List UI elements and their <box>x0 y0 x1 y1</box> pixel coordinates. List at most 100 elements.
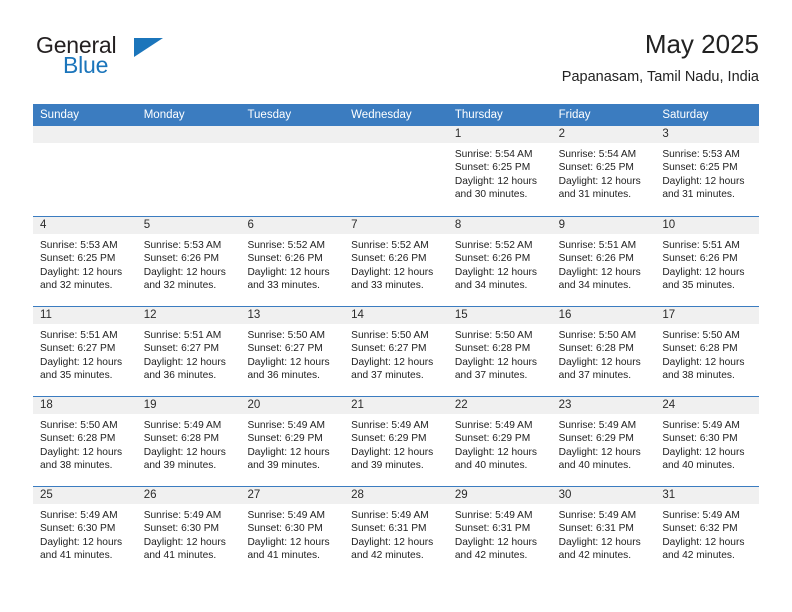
daylight-text-line2: and 38 minutes. <box>662 370 735 382</box>
day-number-band: 23 <box>551 397 656 414</box>
day-cell[interactable]: 7 Sunrise: 5:52 AM Sunset: 6:26 PM Daylight… <box>344 217 448 306</box>
day-cell[interactable]: 14 Sunrise: 5:50 AM Sunset: 6:27 PM Dayligh… <box>344 307 448 396</box>
day-cell[interactable]: 16 Sunrise: 5:50 AM Sunset: 6:28 PM Dayligh… <box>551 307 656 396</box>
day-details: Sunrise: 5:54 AM Sunset: 6:25 PM Daylight:… <box>552 143 656 202</box>
day-cell[interactable]: 31 Sunrise: 5:49 AM Sunset: 6:32 PM Dayligh… <box>655 487 760 576</box>
day-cell[interactable]: 17 Sunrise: 5:50 AM Sunset: 6:28 PM Dayligh… <box>655 307 760 396</box>
day-number-band: 8 <box>447 217 552 234</box>
day-cell[interactable]: 24 Sunrise: 5:49 AM Sunset: 6:30 PM Dayligh… <box>655 397 760 486</box>
day-details: Sunrise: 5:53 AM Sunset: 6:25 PM Daylight:… <box>655 143 759 202</box>
day-number-band: 17 <box>655 307 760 324</box>
day-number: 10 <box>662 219 676 231</box>
day-details: Sunrise: 5:53 AM Sunset: 6:26 PM Daylight:… <box>137 234 241 293</box>
sunrise-text: Sunrise: 5:49 AM <box>247 510 326 521</box>
day-number: 23 <box>558 399 572 411</box>
day-number: 11 <box>40 309 52 321</box>
weekday-saturday: Saturday <box>662 109 709 121</box>
weekday-header-row: Sunday Monday Tuesday Wednesday Thursday… <box>33 104 759 126</box>
day-number: 28 <box>351 489 364 501</box>
sunset-text: Sunset: 6:25 PM <box>40 253 116 265</box>
sunset-text: Sunset: 6:31 PM <box>558 523 634 535</box>
day-number-band: 27 <box>240 487 345 504</box>
daylight-text-line1: Daylight: 12 hours <box>662 356 745 368</box>
sunset-text: Sunset: 6:26 PM <box>247 253 323 265</box>
sunset-text: Sunset: 6:30 PM <box>662 433 738 445</box>
day-cell[interactable]: 27 Sunrise: 5:49 AM Sunset: 6:30 PM Dayligh… <box>240 487 345 576</box>
sunrise-text: Sunrise: 5:49 AM <box>454 420 533 431</box>
day-cell[interactable]: 12 Sunrise: 5:51 AM Sunset: 6:27 PM Dayligh… <box>136 307 241 396</box>
day-cell-empty <box>344 126 448 216</box>
sunset-text: Sunset: 6:26 PM <box>454 253 531 265</box>
day-details: Sunrise: 5:51 AM Sunset: 6:27 PM Daylight:… <box>33 324 137 383</box>
day-cell[interactable]: 20 Sunrise: 5:49 AM Sunset: 6:29 PM Dayligh… <box>240 397 345 486</box>
day-cell[interactable]: 19 Sunrise: 5:49 AM Sunset: 6:28 PM Dayligh… <box>136 397 241 486</box>
day-number: 3 <box>662 128 669 140</box>
day-number: 29 <box>454 489 468 501</box>
day-cell[interactable]: 2 Sunrise: 5:54 AM Sunset: 6:25 PM Daylight… <box>551 126 656 216</box>
daylight-text-line1: Daylight: 12 hours <box>454 536 537 548</box>
day-cell[interactable]: 5 Sunrise: 5:53 AM Sunset: 6:26 PM Daylight… <box>136 217 241 306</box>
calendar-week-row: 18 Sunrise: 5:50 AM Sunset: 6:28 PM Dayligh… <box>33 396 760 486</box>
day-cell[interactable]: 1 Sunrise: 5:54 AM Sunset: 6:25 PM Daylight… <box>447 126 552 216</box>
day-cell[interactable]: 9 Sunrise: 5:51 AM Sunset: 6:26 PM Daylight… <box>551 217 656 306</box>
day-number: 1 <box>454 128 462 140</box>
sunset-text: Sunset: 6:29 PM <box>454 433 531 445</box>
day-cell[interactable]: 22 Sunrise: 5:49 AM Sunset: 6:29 PM Dayligh… <box>447 397 552 486</box>
day-number: 7 <box>351 219 358 231</box>
day-cell[interactable]: 23 Sunrise: 5:49 AM Sunset: 6:29 PM Dayligh… <box>551 397 656 486</box>
sunset-text: Sunset: 6:27 PM <box>143 343 220 355</box>
day-number-band: 29 <box>447 487 552 504</box>
day-number: 21 <box>351 399 364 411</box>
calendar-week-row: 11 Sunrise: 5:51 AM Sunset: 6:27 PM Dayligh… <box>33 306 760 396</box>
day-details: Sunrise: 5:54 AM Sunset: 6:25 PM Daylight:… <box>448 143 552 202</box>
day-cell[interactable]: 6 Sunrise: 5:52 AM Sunset: 6:26 PM Daylight… <box>240 217 345 306</box>
day-number: 6 <box>247 219 254 231</box>
day-cell[interactable]: 15 Sunrise: 5:50 AM Sunset: 6:28 PM Dayligh… <box>447 307 552 396</box>
daylight-text-line1: Daylight: 12 hours <box>40 356 123 368</box>
day-cell[interactable]: 3 Sunrise: 5:53 AM Sunset: 6:25 PM Daylight… <box>655 126 760 216</box>
day-cell[interactable]: 28 Sunrise: 5:49 AM Sunset: 6:31 PM Dayligh… <box>344 487 448 576</box>
calendar-week-row: 4 Sunrise: 5:53 AM Sunset: 6:25 PM Daylight… <box>33 216 760 306</box>
day-cell[interactable]: 8 Sunrise: 5:52 AM Sunset: 6:26 PM Daylight… <box>447 217 552 306</box>
sunrise-text: Sunrise: 5:49 AM <box>40 510 118 521</box>
day-cell[interactable]: 10 Sunrise: 5:51 AM Sunset: 6:26 PM Dayligh… <box>655 217 760 306</box>
day-details: Sunrise: 5:49 AM Sunset: 6:31 PM Daylight:… <box>552 504 656 563</box>
daylight-text-line2: and 35 minutes. <box>40 370 113 382</box>
day-number-band: 31 <box>655 487 760 504</box>
day-number-band: 25 <box>33 487 137 504</box>
day-cell[interactable]: 25 Sunrise: 5:49 AM Sunset: 6:30 PM Dayligh… <box>33 487 137 576</box>
day-cell[interactable]: 21 Sunrise: 5:49 AM Sunset: 6:29 PM Dayligh… <box>344 397 448 486</box>
weekday-thursday: Thursday <box>454 109 503 121</box>
triangle-icon <box>134 38 163 57</box>
day-number: 26 <box>143 489 157 501</box>
day-cell[interactable]: 26 Sunrise: 5:49 AM Sunset: 6:30 PM Dayligh… <box>136 487 241 576</box>
sunrise-text: Sunrise: 5:49 AM <box>662 420 740 431</box>
day-details: Sunrise: 5:49 AM Sunset: 6:30 PM Daylight:… <box>33 504 137 563</box>
day-cell[interactable]: 13 Sunrise: 5:50 AM Sunset: 6:27 PM Dayligh… <box>240 307 345 396</box>
daylight-text-line1: Daylight: 12 hours <box>558 175 641 187</box>
sunrise-text: Sunrise: 5:50 AM <box>558 330 637 341</box>
day-number-band: 16 <box>551 307 656 324</box>
sunset-text: Sunset: 6:30 PM <box>40 523 116 535</box>
daylight-text-line2: and 38 minutes. <box>40 460 113 472</box>
day-cell[interactable]: 18 Sunrise: 5:50 AM Sunset: 6:28 PM Dayligh… <box>33 397 137 486</box>
day-details: Sunrise: 5:49 AM Sunset: 6:30 PM Daylight:… <box>240 504 344 563</box>
daylight-text-line2: and 42 minutes. <box>454 550 528 562</box>
day-cell[interactable]: 29 Sunrise: 5:49 AM Sunset: 6:31 PM Dayligh… <box>447 487 552 576</box>
day-cell[interactable]: 11 Sunrise: 5:51 AM Sunset: 6:27 PM Dayligh… <box>33 307 137 396</box>
day-details: Sunrise: 5:52 AM Sunset: 6:26 PM Daylight:… <box>344 234 448 293</box>
calendar-page: General Blue May 2025 Papanasam, Tamil N… <box>0 0 792 612</box>
day-details: Sunrise: 5:49 AM Sunset: 6:31 PM Daylight:… <box>448 504 552 563</box>
day-cell[interactable]: 4 Sunrise: 5:53 AM Sunset: 6:25 PM Daylight… <box>33 217 137 306</box>
day-number: 17 <box>662 309 676 321</box>
calendar-grid: Sunday Monday Tuesday Wednesday Thursday… <box>33 104 760 576</box>
daylight-text-line1: Daylight: 12 hours <box>143 266 226 278</box>
day-number-band <box>136 126 241 143</box>
day-number: 13 <box>247 309 261 321</box>
brand-logo[interactable]: General Blue <box>33 32 263 88</box>
day-cell[interactable]: 30 Sunrise: 5:49 AM Sunset: 6:31 PM Dayligh… <box>551 487 656 576</box>
daylight-text-line2: and 31 minutes. <box>558 189 632 201</box>
daylight-text-line1: Daylight: 12 hours <box>40 446 123 458</box>
daylight-text-line2: and 40 minutes. <box>454 460 528 472</box>
sunset-text: Sunset: 6:25 PM <box>558 162 634 174</box>
